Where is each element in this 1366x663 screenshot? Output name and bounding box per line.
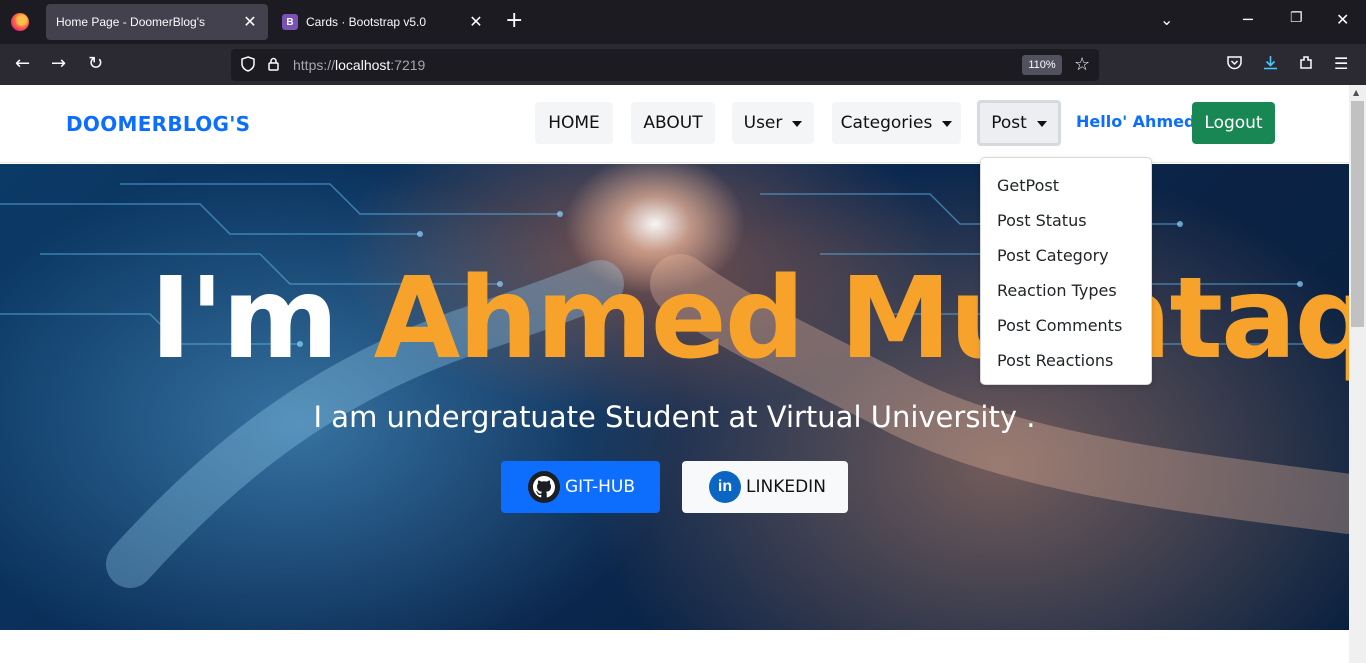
bookmark-star-icon[interactable]: ☆ xyxy=(1074,54,1090,75)
page-viewport: DOOMERBLOG'S HOME ABOUT User Categories … xyxy=(0,85,1349,663)
nav-categories-dropdown[interactable]: Categories xyxy=(832,102,961,144)
tab-home-page[interactable]: Home Page - DoomerBlog's ✕ xyxy=(46,4,268,105)
forward-arrow-icon[interactable]: → xyxy=(51,53,66,74)
caret-down-icon xyxy=(942,121,953,127)
nav-post-label: Post xyxy=(991,113,1027,133)
hero-subtitle: I am undergratuate Student at Virtual Un… xyxy=(313,400,1036,434)
menu-item-getpost[interactable]: GetPost xyxy=(981,168,1151,203)
menu-item-post-category[interactable]: Post Category xyxy=(981,238,1151,273)
shield-icon[interactable] xyxy=(240,56,256,76)
nav-home[interactable]: HOME xyxy=(535,102,613,144)
nav-home-label: HOME xyxy=(548,113,600,133)
back-arrow-icon[interactable]: ← xyxy=(15,53,30,74)
page-scrollbar[interactable]: ▲ xyxy=(1349,85,1366,663)
logout-button[interactable]: Logout xyxy=(1192,102,1275,144)
nav-about-label: ABOUT xyxy=(643,113,703,133)
brand-logo[interactable]: DOOMERBLOG'S xyxy=(66,112,250,136)
menu-item-reaction-types[interactable]: Reaction Types xyxy=(981,273,1151,308)
hero-heading: I'm Ahmed Mushtaq xyxy=(150,254,1349,384)
menu-item-post-comments[interactable]: Post Comments xyxy=(981,308,1151,343)
minimize-icon[interactable]: ─ xyxy=(1243,10,1253,29)
menu-icon[interactable]: ☰ xyxy=(1334,54,1348,73)
lock-icon[interactable] xyxy=(266,56,282,76)
tab-title: Cards · Bootstrap v5.0 xyxy=(306,15,427,29)
new-tab-icon[interactable]: + xyxy=(505,10,523,32)
chevron-down-icon[interactable]: ⌄ xyxy=(1160,10,1173,29)
menu-item-post-status[interactable]: Post Status xyxy=(981,203,1151,238)
download-icon[interactable] xyxy=(1262,54,1279,75)
extensions-icon[interactable] xyxy=(1298,54,1315,75)
tab-bootstrap-cards[interactable]: B Cards · Bootstrap v5.0 ✕ xyxy=(272,4,494,40)
scrollbar-thumb[interactable] xyxy=(1351,101,1364,327)
github-button-label: GIT-HUB xyxy=(565,477,636,497)
close-icon[interactable]: ✕ xyxy=(468,12,484,32)
nav-user-dropdown[interactable]: User xyxy=(732,102,814,144)
caret-down-icon xyxy=(1036,121,1047,127)
restore-icon[interactable]: ❐ xyxy=(1290,10,1303,26)
scroll-up-icon[interactable]: ▲ xyxy=(1353,88,1359,97)
tab-title: Home Page - DoomerBlog's xyxy=(56,15,206,29)
user-greeting[interactable]: Hello' Ahmed xyxy=(1076,112,1195,131)
nav-about[interactable]: ABOUT xyxy=(631,102,715,144)
linkedin-button[interactable]: in LINKEDIN xyxy=(682,461,848,513)
github-button[interactable]: GIT-HUB xyxy=(501,461,660,513)
close-icon[interactable]: ✕ xyxy=(242,12,258,32)
browser-toolbar: ← → ↻ https://localhost:7219 110% ☆ ☰ xyxy=(0,44,1366,85)
hero-name: Ahmed Mushtaq xyxy=(373,254,1349,384)
nav-categories-label: Categories xyxy=(840,113,933,133)
hero-intro: I'm xyxy=(150,254,339,384)
nav-post-dropdown[interactable]: Post xyxy=(977,100,1061,146)
menu-item-post-reactions[interactable]: Post Reactions xyxy=(981,343,1151,378)
site-navbar: DOOMERBLOG'S HOME ABOUT User Categories … xyxy=(0,85,1349,163)
bootstrap-icon: B xyxy=(282,14,298,30)
url-text[interactable]: https://localhost:7219 xyxy=(293,57,425,73)
firefox-icon[interactable] xyxy=(11,13,29,31)
linkedin-icon: in xyxy=(709,471,741,503)
browser-tab-bar: Home Page - DoomerBlog's ✕ B Cards · Boo… xyxy=(0,0,1366,105)
close-window-icon[interactable]: ✕ xyxy=(1336,10,1349,29)
caret-down-icon xyxy=(792,121,803,127)
post-dropdown-menu: GetPost Post Status Post Category Reacti… xyxy=(980,157,1152,385)
linkedin-button-label: LINKEDIN xyxy=(746,477,826,497)
reload-icon[interactable]: ↻ xyxy=(88,53,103,74)
nav-user-label: User xyxy=(743,113,783,133)
github-icon xyxy=(528,471,560,503)
pocket-icon[interactable] xyxy=(1226,54,1243,75)
address-bar[interactable]: https://localhost:7219 110% ☆ xyxy=(231,49,1099,81)
zoom-level[interactable]: 110% xyxy=(1022,55,1062,75)
